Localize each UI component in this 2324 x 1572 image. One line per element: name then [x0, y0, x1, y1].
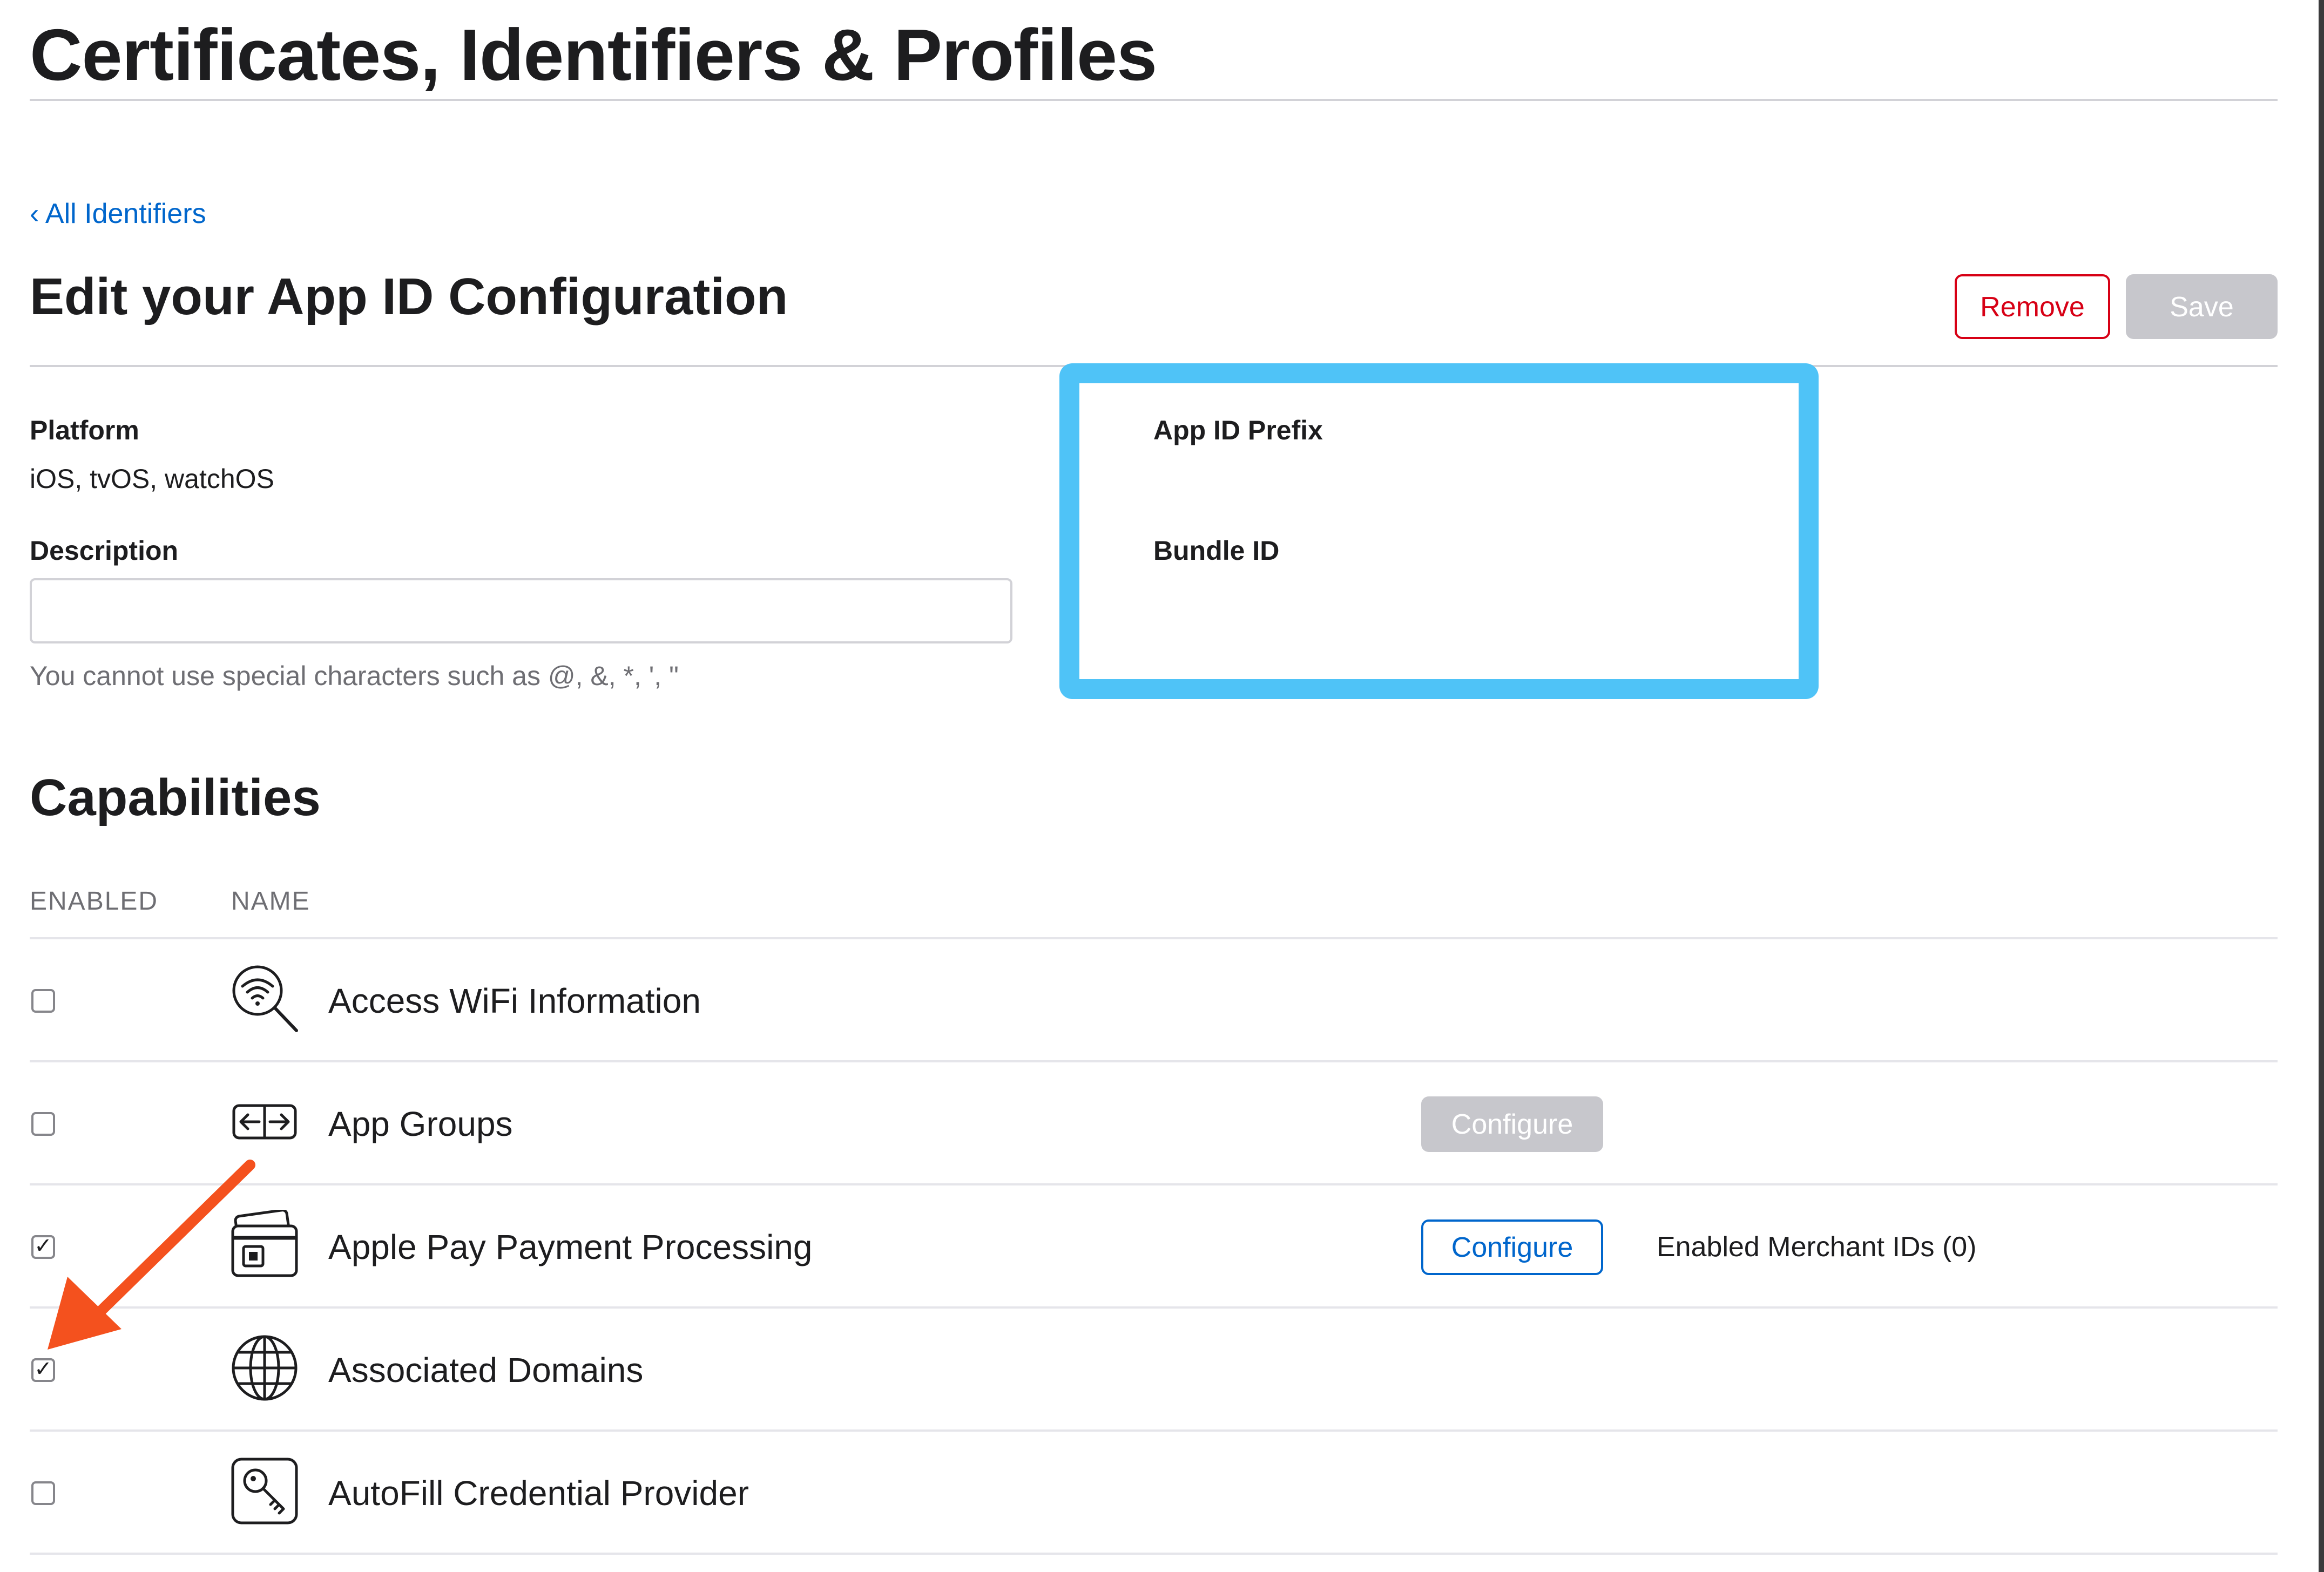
app-groups-icon [232, 1104, 297, 1140]
capabilities-title: Capabilities [30, 769, 321, 826]
access-wifi-checkbox[interactable] [31, 989, 55, 1013]
remove-button[interactable]: Remove [1955, 274, 2110, 339]
apple-pay-configure-button[interactable]: Configure [1421, 1219, 1603, 1275]
capability-row-app-groups: App Groups Configure [0, 1062, 2324, 1185]
key-icon [231, 1458, 298, 1524]
capability-row-autofill: AutoFill Credential Provider [0, 1432, 2324, 1555]
platform-label: Platform [30, 415, 139, 445]
form-title: Edit your App ID Configuration [30, 268, 788, 326]
app-groups-checkbox[interactable] [31, 1112, 55, 1136]
wifi-search-icon [232, 965, 298, 1032]
all-identifiers-link[interactable]: ‹ All Identifiers [30, 194, 206, 233]
annotation-arrow-icon [48, 1160, 255, 1350]
capability-row-access-wifi: Access WiFi Information [0, 939, 2324, 1062]
capability-name: AutoFill Credential Provider [328, 1474, 749, 1513]
page-title: Certificates, Identifiers & Profiles [30, 14, 1157, 96]
row-divider [30, 1553, 2278, 1555]
capability-row-apple-pay: ✓ Apple Pay Payment Processing Configure… [0, 1185, 2324, 1309]
capability-name: Apple Pay Payment Processing [328, 1228, 813, 1266]
name-column-header: NAME [231, 887, 310, 916]
description-label: Description [30, 536, 179, 566]
app-groups-configure-button[interactable]: Configure [1421, 1096, 1603, 1152]
capability-row-associated-domains: ✓ Associated Domains [0, 1309, 2324, 1432]
header-divider [30, 99, 2278, 101]
autofill-checkbox[interactable] [31, 1481, 55, 1505]
description-input[interactable] [30, 578, 1012, 643]
platform-value: iOS, tvOS, watchOS [30, 464, 274, 494]
window-edge [2319, 0, 2324, 1572]
description-hint: You cannot use special characters such a… [30, 661, 679, 691]
merchant-ids-status: Enabled Merchant IDs (0) [1657, 1231, 1977, 1263]
capability-name: App Groups [328, 1105, 513, 1143]
capability-name: Associated Domains [328, 1351, 644, 1390]
enabled-column-header: ENABLED [30, 887, 159, 916]
capability-name: Access WiFi Information [328, 981, 701, 1020]
save-button[interactable]: Save [2126, 274, 2278, 339]
highlight-box [1059, 363, 1819, 699]
